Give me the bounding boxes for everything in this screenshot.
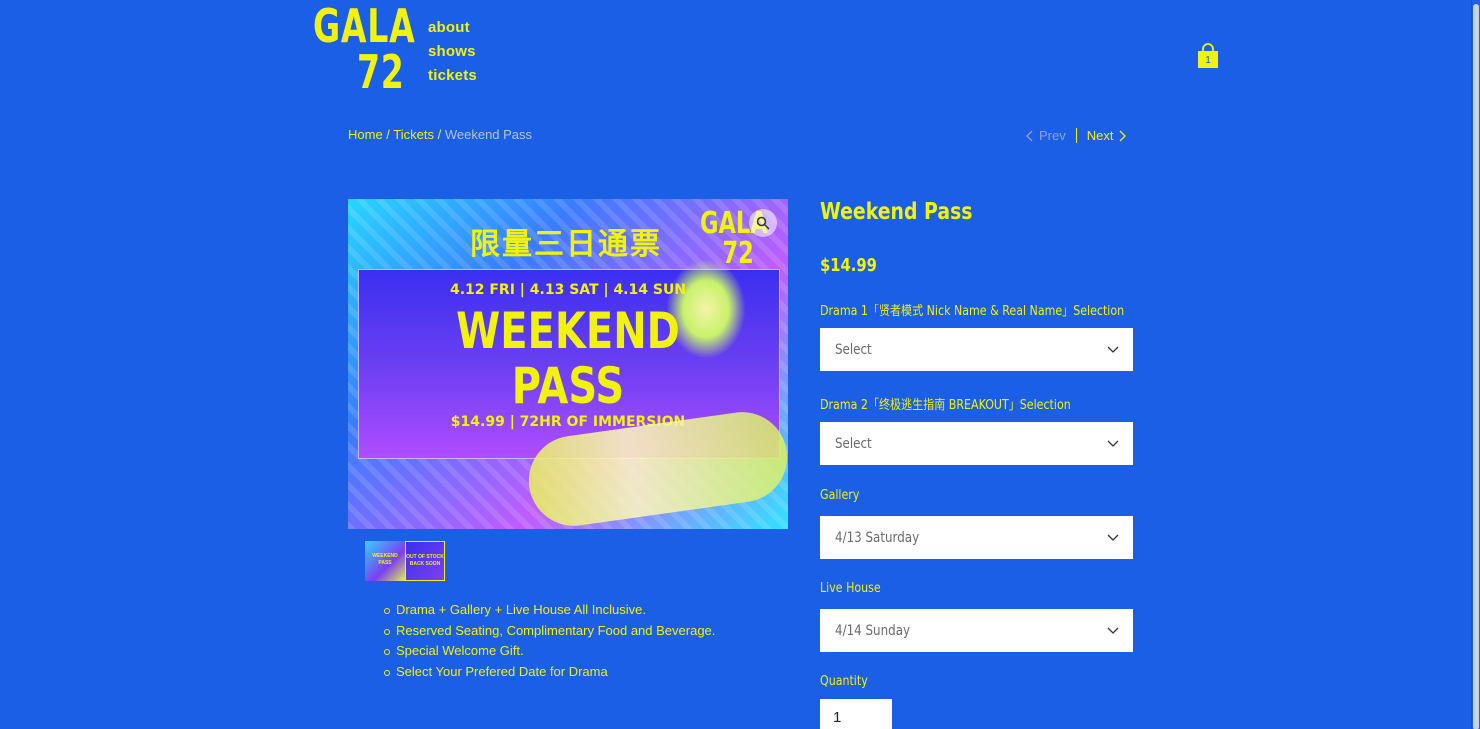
select-value: 4/13 Saturday <box>835 529 920 546</box>
magnifier-icon <box>756 216 770 230</box>
scrollbar-thumb[interactable] <box>1473 4 1479 729</box>
list-item: Reserved Seating, Complimentary Food and… <box>383 621 715 642</box>
breadcrumb-current: Weekend Pass <box>444 127 533 142</box>
logo-text-gala: GALA <box>313 0 416 53</box>
gallery-label: Gallery <box>820 488 860 503</box>
product-price: $14.99 <box>820 255 877 276</box>
site-logo[interactable]: GALA 72 <box>313 3 415 99</box>
select-value: 4/14 Sunday <box>835 622 911 639</box>
nav-item-tickets[interactable]: tickets <box>428 64 477 88</box>
logo-text-72: 72 <box>357 45 405 99</box>
thumbnail-caption: OUT OF STOCK BACK SOON <box>406 554 444 567</box>
cart-button[interactable]: 1 <box>1197 43 1219 69</box>
thumbnail-out-of-stock[interactable]: OUT OF STOCK BACK SOON <box>405 541 445 581</box>
chevron-right-icon <box>1120 130 1127 141</box>
breadcrumb: Home / Tickets / Weekend Pass <box>348 127 532 142</box>
list-item: Drama + Gallery + Live House All Inclusi… <box>383 600 715 621</box>
zoom-button[interactable] <box>749 209 777 237</box>
quantity-input[interactable] <box>820 699 892 729</box>
product-title: Weekend Pass <box>820 199 973 225</box>
drama2-label: Drama 2「终极逃生指南 BREAKOUT」Selection <box>820 398 1071 413</box>
pager-divider <box>1075 128 1077 143</box>
feature-list: Drama + Gallery + Live House All Inclusi… <box>383 600 715 683</box>
chevron-down-icon <box>1107 440 1119 447</box>
breadcrumb-separator: / <box>434 127 445 142</box>
breadcrumb-home[interactable]: Home <box>348 127 383 142</box>
main-nav: about shows tickets <box>428 16 477 88</box>
chevron-down-icon <box>1107 627 1119 634</box>
prev-button[interactable]: Prev <box>1025 128 1066 143</box>
gallery-select[interactable]: 4/13 Saturday <box>820 516 1133 559</box>
cart-count: 1 <box>1205 55 1211 66</box>
nav-item-shows[interactable]: shows <box>428 40 477 64</box>
select-value: Select <box>835 341 872 358</box>
list-item: Special Welcome Gift. <box>383 641 715 662</box>
product-main-image[interactable]: 限量三日通票 GALA 72 4.12 FRI | 4.13 SAT | 4.1… <box>348 199 788 529</box>
chevron-left-icon <box>1026 130 1033 141</box>
list-item: Select Your Prefered Date for Drama <box>383 662 715 683</box>
next-label: Next <box>1086 128 1114 143</box>
live-house-select[interactable]: 4/14 Sunday <box>820 609 1133 652</box>
drama1-select[interactable]: Select <box>820 328 1133 371</box>
image-headline-pass: PASS <box>511 357 625 415</box>
quantity-label: Quantity <box>820 674 868 689</box>
product-pager: Prev Next <box>1025 128 1127 143</box>
select-value: Select <box>835 435 872 452</box>
page-scrollbar[interactable] <box>1471 0 1480 729</box>
drama2-select[interactable]: Select <box>820 422 1133 465</box>
breadcrumb-separator: / <box>382 127 394 142</box>
live-house-label: Live House <box>820 581 881 596</box>
breadcrumb-tickets[interactable]: Tickets <box>393 127 434 142</box>
prev-label: Prev <box>1039 128 1066 143</box>
chevron-down-icon <box>1107 534 1119 541</box>
chevron-down-icon <box>1107 346 1119 353</box>
thumbnail-strip: WEEKEND PASS OUT OF STOCK BACK SOON <box>365 541 445 581</box>
image-dates: 4.12 FRI | 4.13 SAT | 4.14 SUN <box>449 282 687 298</box>
image-chinese-title: 限量三日通票 <box>470 227 662 262</box>
thumbnail-weekend-pass[interactable]: WEEKEND PASS <box>365 541 405 581</box>
nav-item-about[interactable]: about <box>428 16 477 40</box>
thumbnail-caption: WEEKEND PASS <box>372 553 398 566</box>
next-button[interactable]: Next <box>1087 128 1128 143</box>
image-headline-weekend: WEEKEND <box>456 302 680 360</box>
drama1-label: Drama 1「贤者模式 Nick Name & Real Name」Selec… <box>820 304 1125 319</box>
